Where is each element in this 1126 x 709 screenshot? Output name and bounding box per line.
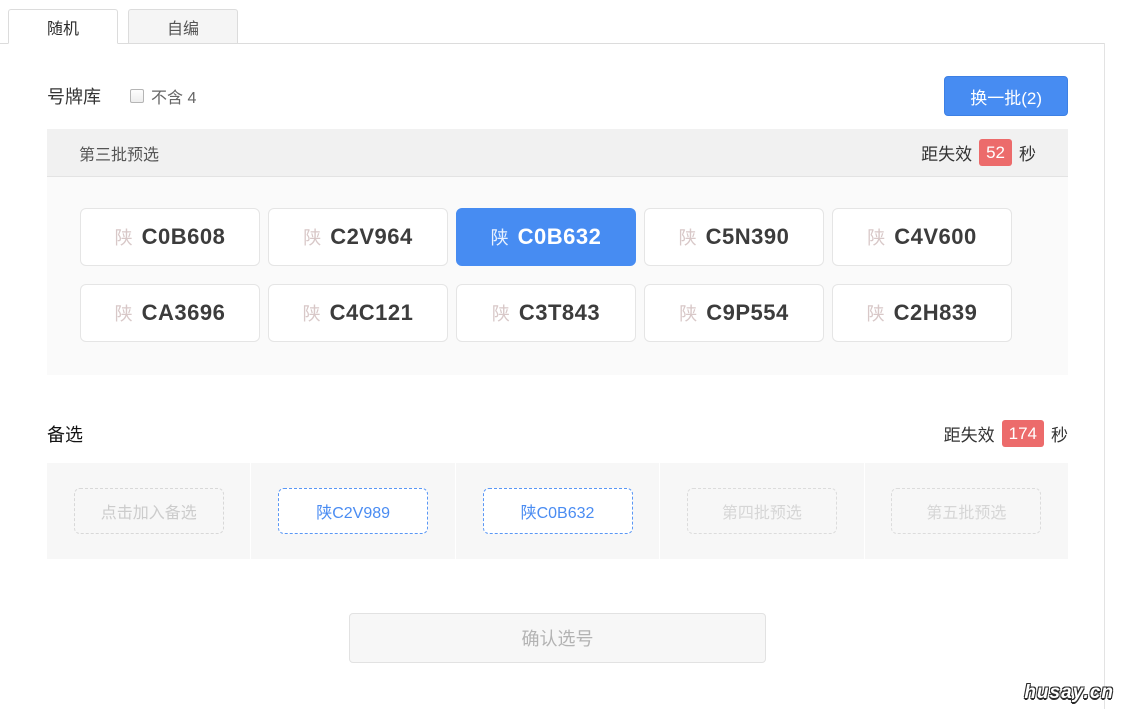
slot-cell: 第四批预选: [660, 463, 863, 559]
batch-title: 第三批预选: [79, 141, 159, 165]
plate-button[interactable]: 陕 CA3696: [80, 284, 260, 342]
plate-number: C5N390: [706, 224, 790, 250]
expiry-suffix: 秒: [1019, 140, 1036, 165]
countdown-badge: 52: [979, 139, 1012, 166]
plate-number: C4C121: [330, 300, 414, 326]
tab-random[interactable]: 随机: [8, 9, 118, 44]
plate-province: 陕: [491, 224, 509, 250]
exclude-4-checkbox[interactable]: [130, 89, 144, 103]
countdown-badge: 174: [1002, 420, 1044, 447]
plate-province: 陕: [679, 300, 697, 326]
exclude-4-label[interactable]: 不含 4: [151, 84, 196, 108]
plate-button[interactable]: 陕 C4C121: [268, 284, 448, 342]
plate-button[interactable]: 陕 C0B608: [80, 208, 260, 266]
confirm-selection-button[interactable]: 确认选号: [349, 613, 766, 663]
tab-custom-label: 自编: [167, 15, 199, 39]
future-batch-slot: 第五批预选: [891, 488, 1041, 534]
slot-cell: 点击加入备选: [47, 463, 250, 559]
plate-button[interactable]: 陕 C2V964: [268, 208, 448, 266]
tab-custom[interactable]: 自编: [128, 9, 238, 44]
expiry-prefix: 距失效: [921, 140, 972, 165]
add-to-alternatives-button[interactable]: 点击加入备选: [74, 488, 224, 534]
plate-province: 陕: [679, 224, 697, 250]
slot-cell: 陕C2V989: [251, 463, 454, 559]
plate-button[interactable]: 陕 C4V600: [832, 208, 1012, 266]
plate-province: 陕: [115, 300, 133, 326]
library-row: 号牌库 不含 4 换一批(2): [47, 76, 1068, 116]
alternatives-expiry-countdown: 距失效 174 秒: [944, 420, 1068, 447]
slot-cell: 陕C0B632: [456, 463, 659, 559]
plate-province: 陕: [115, 224, 133, 250]
library-title: 号牌库: [47, 83, 101, 109]
plate-button[interactable]: 陕 C9P554: [644, 284, 824, 342]
plate-number: CA3696: [142, 300, 226, 326]
plate-province: 陕: [492, 300, 510, 326]
plate-button[interactable]: 陕 C5N390: [644, 208, 824, 266]
plate-province: 陕: [867, 224, 885, 250]
plate-number: C2V964: [330, 224, 413, 250]
plate-number: C9P554: [706, 300, 789, 326]
plate-province: 陕: [303, 300, 321, 326]
alternatives-slots: 点击加入备选 陕C2V989 陕C0B632 第四批预选 第五批预选: [47, 463, 1068, 559]
tab-bar: 随机 自编: [0, 0, 1105, 44]
plate-number: C3T843: [519, 300, 600, 326]
batch-panel: 第三批预选 距失效 52 秒 陕 C0B608 陕 C2V964 陕: [47, 129, 1068, 375]
change-batch-button[interactable]: 换一批(2): [944, 76, 1068, 116]
alternatives-title: 备选: [47, 421, 83, 447]
future-batch-slot: 第四批预选: [687, 488, 837, 534]
plate-grid: 陕 C0B608 陕 C2V964 陕 C0B632 陕 C5N390 陕: [47, 177, 1068, 375]
alternatives-header: 备选 距失效 174 秒: [47, 420, 1068, 447]
batch-expiry-countdown: 距失效 52 秒: [921, 139, 1036, 166]
tab-random-label: 随机: [47, 15, 79, 39]
plate-number: C0B632: [518, 224, 602, 250]
plate-number: C2H839: [894, 300, 978, 326]
plate-selection-page: 随机 自编 号牌库 不含 4 换一批(2) 第三批预选 距失效 52 秒: [0, 0, 1126, 709]
batch-panel-header: 第三批预选 距失效 52 秒: [47, 129, 1068, 177]
alternative-plate-button[interactable]: 陕C0B632: [483, 488, 633, 534]
main-content: 号牌库 不含 4 换一批(2) 第三批预选 距失效 52 秒 陕 C0B608: [47, 76, 1068, 663]
expiry-suffix: 秒: [1051, 421, 1068, 446]
slot-cell: 第五批预选: [865, 463, 1068, 559]
expiry-prefix: 距失效: [944, 421, 995, 446]
alternative-plate-button[interactable]: 陕C2V989: [278, 488, 428, 534]
plate-button-selected[interactable]: 陕 C0B632: [456, 208, 636, 266]
watermark: husay.cn: [1024, 682, 1114, 704]
plate-number: C4V600: [894, 224, 977, 250]
plate-province: 陕: [303, 224, 321, 250]
page-right-divider: [1104, 43, 1105, 709]
plate-number: C0B608: [142, 224, 226, 250]
plate-button[interactable]: 陕 C2H839: [832, 284, 1012, 342]
plate-province: 陕: [867, 300, 885, 326]
plate-button[interactable]: 陕 C3T843: [456, 284, 636, 342]
